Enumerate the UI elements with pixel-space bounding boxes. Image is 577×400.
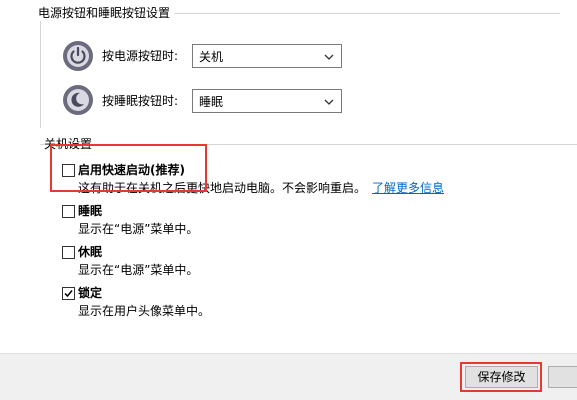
chevron-down-icon xyxy=(324,99,334,105)
sleep-button-action-select[interactable]: 睡眠 xyxy=(192,89,342,113)
show-hibernate-label[interactable]: 休眠 xyxy=(78,244,102,260)
power-group-left-border xyxy=(40,13,41,128)
show-lock-description: 显示在用户头像菜单中。 xyxy=(78,304,211,318)
power-button-action-value: 关机 xyxy=(199,50,224,64)
show-hibernate-checkbox[interactable] xyxy=(62,246,75,259)
fast-startup-highlight xyxy=(50,144,207,192)
show-hibernate-description: 显示在“电源”菜单中。 xyxy=(78,263,199,277)
show-sleep-label[interactable]: 睡眠 xyxy=(78,203,102,219)
cancel-button[interactable] xyxy=(548,366,577,388)
sleep-button-label: 按睡眠按钮时: xyxy=(102,94,179,108)
power-group-title: 电源按钮和睡眠按钮设置 xyxy=(38,5,175,21)
show-sleep-checkbox[interactable] xyxy=(62,205,75,218)
show-sleep-description: 显示在“电源”菜单中。 xyxy=(78,222,199,236)
sleep-icon xyxy=(63,85,93,115)
show-lock-label[interactable]: 锁定 xyxy=(78,285,102,301)
save-button-highlight xyxy=(460,362,542,392)
chevron-down-icon xyxy=(324,54,334,60)
power-button-action-select[interactable]: 关机 xyxy=(192,44,342,68)
sleep-button-action-value: 睡眠 xyxy=(199,95,224,109)
power-icon xyxy=(63,41,93,71)
power-button-label: 按电源按钮时: xyxy=(102,49,179,63)
system-settings-page: 电源按钮和睡眠按钮设置 按电源按钮时: 关机 按睡眠按钮时: 睡眠 关机设置 启… xyxy=(0,0,577,400)
learn-more-link[interactable]: 了解更多信息 xyxy=(372,181,444,195)
checkmark-icon xyxy=(64,290,73,298)
show-lock-checkbox[interactable] xyxy=(62,287,75,300)
